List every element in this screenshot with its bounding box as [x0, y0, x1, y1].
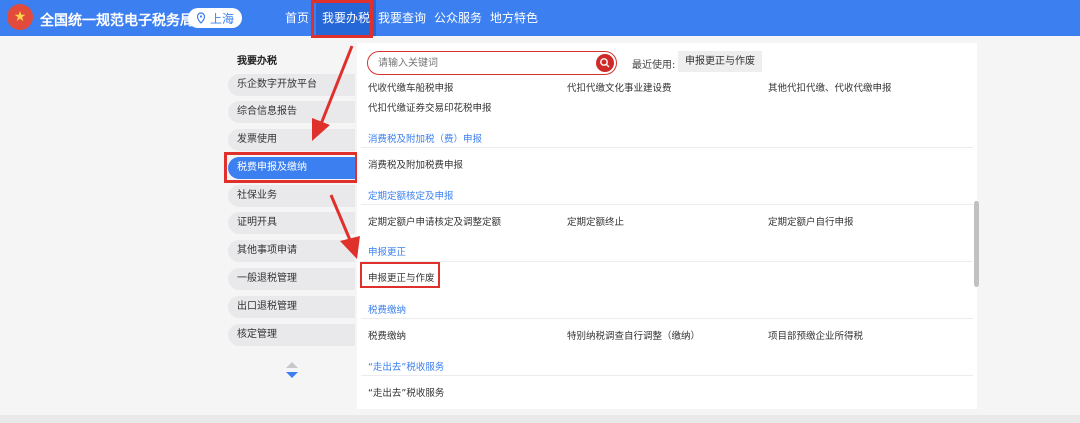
- list-item[interactable]: 代扣代缴文化事业建设费: [567, 80, 672, 94]
- site-title: 全国统一规范电子税务局: [40, 13, 194, 29]
- search-icon: [600, 58, 610, 68]
- list-item[interactable]: 定期定额终止: [567, 214, 624, 228]
- section-title: “走出去”税收服务: [368, 362, 445, 373]
- list-item[interactable]: 项目部预缴企业所得税: [768, 328, 863, 342]
- list-item[interactable]: 税费缴纳: [368, 328, 406, 342]
- divider: [361, 318, 973, 319]
- divider: [361, 261, 973, 262]
- nav-tax-handling[interactable]: 我要办税: [316, 0, 377, 36]
- list-item[interactable]: 定期定额户自行申报: [768, 214, 854, 228]
- section-title: 税费缴纳: [368, 305, 407, 316]
- section-title: 消费税及附加税（费）申报: [368, 134, 483, 145]
- sidebar-item-export-refund[interactable]: 出口退税管理: [228, 296, 355, 318]
- sidebar-item-tax-declaration[interactable]: 税费申报及缴纳: [228, 157, 355, 179]
- list-item[interactable]: 代扣代缴证券交易印花税申报: [368, 100, 492, 114]
- list-item[interactable]: 特别纳税调查自行调整（缴纳）: [567, 328, 700, 342]
- tax-emblem-icon: ★: [7, 4, 33, 30]
- sidebar-item-social-security[interactable]: 社保业务: [228, 185, 355, 207]
- search-button[interactable]: [596, 54, 614, 72]
- region-selector[interactable]: 上海: [188, 8, 242, 28]
- list-item[interactable]: 其他代扣代缴、代收代缴申报: [768, 80, 892, 94]
- sidebar-item-info-report[interactable]: 综合信息报告: [228, 101, 355, 123]
- nav-local-features[interactable]: 地方特色: [490, 0, 538, 36]
- top-header: ★ 全国统一规范电子税务局 上海 首页 我要办税 我要查询 公众服务 地方特色: [0, 0, 1080, 36]
- sidebar-item-invoice[interactable]: 发票使用: [228, 129, 355, 151]
- section-title: 定期定额核定及申报: [368, 191, 454, 202]
- recent-use-label: 最近使用:: [632, 60, 676, 71]
- sidebar-scroll-arrows-icon[interactable]: [284, 361, 300, 379]
- nav-query[interactable]: 我要查询: [378, 0, 426, 36]
- nav-home[interactable]: 首页: [285, 0, 309, 36]
- divider: [361, 204, 973, 205]
- footer-bar: [0, 415, 1080, 423]
- list-item-declaration-correction[interactable]: 申报更正与作废: [368, 270, 435, 284]
- list-item[interactable]: 代收代缴车船税申报: [368, 80, 454, 94]
- sidebar-item-assessment[interactable]: 核定管理: [228, 324, 355, 346]
- list-item[interactable]: 定期定额户申请核定及调整定额: [368, 214, 501, 228]
- list-item[interactable]: 消费税及附加税费申报: [368, 157, 463, 171]
- sidebar-heading: 我要办税: [237, 56, 277, 67]
- search-input[interactable]: [367, 51, 617, 75]
- scrollbar-thumb[interactable]: [974, 201, 979, 287]
- sidebar-item-refund[interactable]: 一般退税管理: [228, 268, 355, 290]
- divider: [361, 147, 973, 148]
- sidebar-item-certificate[interactable]: 证明开具: [228, 212, 355, 234]
- list-item[interactable]: “走出去”税收服务: [368, 385, 444, 399]
- divider: [361, 375, 973, 376]
- sidebar-item-leqi-platform[interactable]: 乐企数字开放平台: [228, 74, 355, 96]
- region-label: 上海: [209, 11, 234, 26]
- nav-public-service[interactable]: 公众服务: [434, 0, 482, 36]
- recent-item-button[interactable]: 申报更正与作废: [678, 51, 762, 72]
- section-title: 申报更正: [368, 247, 407, 258]
- location-pin-icon: [196, 12, 206, 24]
- sidebar-item-other-apply[interactable]: 其他事项申请: [228, 240, 355, 262]
